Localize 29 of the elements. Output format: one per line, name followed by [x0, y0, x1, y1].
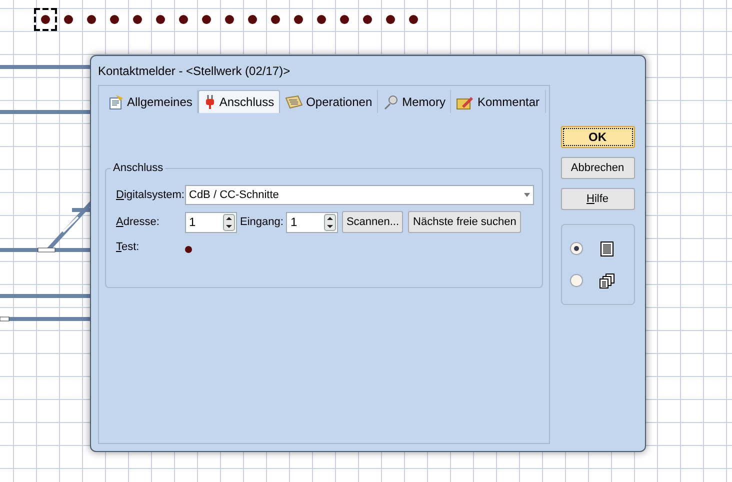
field-label: Test: [116, 240, 140, 255]
spinner-arrows-icon[interactable] [223, 214, 235, 230]
tab[interactable]: Kommentar [451, 90, 546, 113]
spinner-arrows-icon[interactable] [324, 214, 336, 230]
dialog-button[interactable]: Hilfe [560, 188, 634, 210]
tab[interactable]: Memory [378, 90, 452, 113]
radio-button[interactable] [570, 242, 582, 255]
tab[interactable]: Operationen [280, 90, 378, 113]
field-label: Adresse: [116, 214, 160, 230]
scan-button[interactable]: Scannen... [342, 211, 404, 233]
number-spinner[interactable]: 1 [185, 212, 237, 232]
find-next-free-button[interactable]: Nächste freie suchen [408, 211, 522, 233]
dialog-button[interactable]: OK [560, 126, 634, 148]
number-spinner[interactable]: 1 [286, 212, 338, 232]
tab[interactable]: Anschluss [198, 90, 280, 113]
field-label: Digitalsystem: [116, 188, 185, 203]
spinner-value: 1 [289, 214, 298, 231]
field-label: Eingang: [240, 214, 284, 230]
dropdown-value: CdB / CC-Schnitte [189, 188, 280, 203]
spinner-value: 1 [188, 214, 197, 231]
stacked-windows-icon [598, 272, 614, 288]
dropdown[interactable]: CdB / CC-Schnitte [185, 185, 534, 205]
keyboard-icon [285, 94, 304, 110]
document-icon [108, 94, 124, 110]
radio-button[interactable] [570, 274, 582, 287]
window-title: Kontaktmelder - <Stellwerk (02/17)> [98, 62, 290, 80]
dialog-button[interactable]: Abbrechen [560, 157, 634, 179]
plug-icon [204, 94, 216, 110]
list-icon [598, 240, 614, 256]
